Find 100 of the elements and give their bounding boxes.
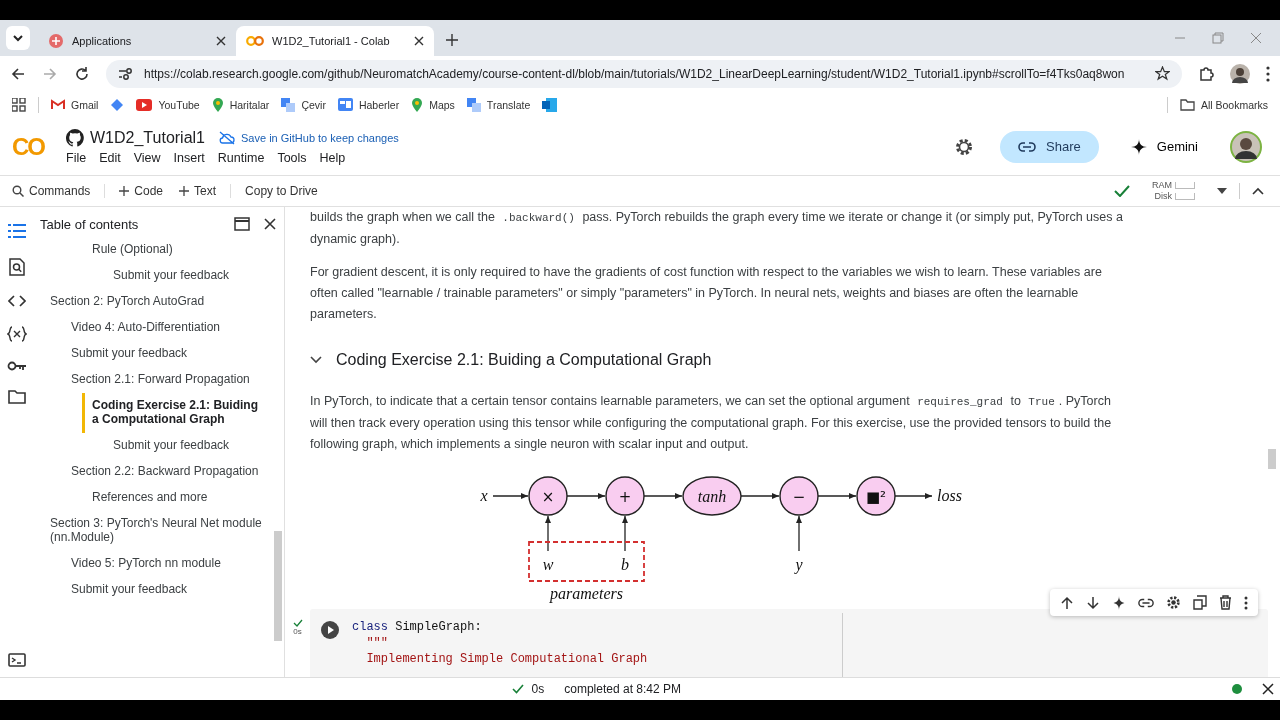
bookmark[interactable]: Haberler <box>337 98 400 111</box>
run-icon[interactable] <box>320 620 340 640</box>
variables-icon[interactable] <box>7 326 27 342</box>
toc-item[interactable]: Video 5: PyTorch nn module <box>71 551 262 577</box>
execution-time: 0s <box>531 682 545 696</box>
bookmark[interactable]: Maps <box>411 97 455 112</box>
toolbar-button[interactable]: Commands <box>10 184 106 198</box>
settings-icon[interactable] <box>1166 595 1181 610</box>
toolbar-button[interactable]: Code <box>117 184 166 198</box>
gemini-button[interactable]: Gemini <box>1124 137 1204 156</box>
more-icon[interactable] <box>1244 595 1248 610</box>
toc-item[interactable]: Coding Exercise 2.1: Buiding a Computational Graph <box>82 393 262 433</box>
toc-item[interactable]: Section 2: PyTorch AutoGrad <box>50 289 262 315</box>
github-icon <box>66 128 84 147</box>
dropdown-icon[interactable] <box>1217 188 1227 194</box>
toc-item[interactable]: Section 3: PyTorch's Neural Net module (nn.Module) <box>50 511 262 551</box>
bookmark[interactable]: Gmail <box>51 98 99 111</box>
avatar-icon[interactable] <box>1230 63 1250 84</box>
cloud-off-icon <box>219 130 235 145</box>
code-line: """ <box>365 635 389 651</box>
table-of-contents-icon[interactable] <box>8 223 26 239</box>
address-bar[interactable]: https://colab.research.google.com/github/NeuromatchAcademy/course-content-dl/blob/main/tutorials/W1D2_LinearDeepLearning/student/W1D2_Tutorial1.ipynb#scrollTo=f4Tks0aq8won <box>106 59 1182 88</box>
translate-icon <box>466 97 481 112</box>
link-icon <box>1018 141 1037 152</box>
toc-item[interactable]: Rule (Optional) <box>92 241 262 263</box>
account-avatar-icon[interactable] <box>1230 130 1262 163</box>
browser-tab[interactable]: W1D2_Tutorial1 - Colab <box>236 26 434 56</box>
collapse-icon[interactable] <box>1252 187 1264 195</box>
play-icon <box>136 98 153 111</box>
app-icon <box>48 33 64 49</box>
diamond-icon <box>110 97 125 112</box>
bookmark[interactable] <box>110 97 125 112</box>
trash-icon[interactable] <box>1219 595 1232 610</box>
key-icon[interactable] <box>7 361 27 371</box>
notebook-title[interactable]: W1D2_Tutorial1 <box>90 128 205 147</box>
menu-item[interactable]: View <box>133 150 161 165</box>
reload-icon[interactable] <box>74 65 90 82</box>
toc-item[interactable]: References and more <box>92 485 262 511</box>
toc-item[interactable]: Submit your feedback <box>113 263 262 289</box>
graph-label: parameters <box>550 585 623 602</box>
toolbar-button[interactable]: Copy to Drive <box>243 184 320 198</box>
save-hint-link[interactable]: Save in GitHub to keep changes <box>219 130 399 145</box>
menu-item[interactable]: Help <box>319 150 346 165</box>
menu-item[interactable]: Insert <box>173 150 205 165</box>
more-icon[interactable] <box>1266 65 1270 82</box>
menu-item[interactable]: Edit <box>99 150 121 165</box>
collapse-caret-icon[interactable] <box>310 356 322 364</box>
browser-tab[interactable]: Applications <box>38 26 236 56</box>
code-cell[interactable]: class SimpleGraph: """ Implementing Simple Computational Graph <box>310 609 1268 677</box>
extensions-icon[interactable] <box>1198 65 1214 82</box>
scrollbar-thumb[interactable] <box>1268 449 1276 469</box>
close-icon[interactable] <box>414 36 424 46</box>
menu-item[interactable]: Runtime <box>217 150 265 165</box>
graph-arrow <box>643 493 683 499</box>
find-icon[interactable] <box>9 258 25 276</box>
star-icon[interactable] <box>1155 66 1170 81</box>
all-bookmarks-button[interactable]: All Bookmarks <box>1179 98 1268 111</box>
settings-icon[interactable] <box>954 136 975 157</box>
terminal-icon[interactable] <box>8 653 26 667</box>
code-icon[interactable] <box>8 295 26 307</box>
toolbar-button[interactable]: Text <box>177 184 232 198</box>
graph-arrow <box>817 493 857 499</box>
share-button[interactable]: Share <box>1000 130 1099 163</box>
toc-item[interactable]: Submit your feedback <box>71 341 262 367</box>
close-icon[interactable] <box>216 36 226 46</box>
colab-logo-icon <box>246 35 264 47</box>
toc-item[interactable]: Section 2.2: Backward Propagation <box>71 459 262 485</box>
node-label: × <box>541 488 555 506</box>
bookmark[interactable]: Translate <box>466 97 531 112</box>
back-icon[interactable] <box>10 65 26 82</box>
node-label: ■² <box>865 488 887 506</box>
link-icon[interactable] <box>1138 597 1154 608</box>
menu-item[interactable]: Tools <box>277 150 307 165</box>
paragraph: For gradient descent, it is only required to have the gradients of cost function with respect to the variables we wish to learn. These variables are often called "learnable / trainable parameters" or simply "parameters" in PyTorch. In neural nets, weights and biases are often the learnable parameters. <box>310 264 1103 323</box>
menu-item[interactable]: File <box>66 150 87 165</box>
move-down-icon[interactable] <box>1086 595 1100 610</box>
copy-icon[interactable] <box>1193 595 1207 610</box>
toc-item[interactable]: Video 4: Auto-Differentiation <box>71 315 262 341</box>
move-up-icon[interactable] <box>1060 595 1074 610</box>
node-label: − <box>792 488 806 506</box>
bookmark[interactable] <box>542 97 558 112</box>
close-icon[interactable] <box>1262 683 1274 695</box>
close-window-icon[interactable] <box>1250 32 1262 44</box>
scrollbar-thumb[interactable] <box>274 531 282 641</box>
folder-icon[interactable] <box>8 390 26 404</box>
toc-item[interactable]: Submit your feedback <box>113 433 262 459</box>
new-tab-icon[interactable] <box>446 34 458 46</box>
bookmark[interactable]: Haritalar <box>211 97 270 112</box>
bookmark[interactable]: Çevir <box>281 97 326 112</box>
toc-item[interactable]: Submit your feedback <box>71 577 262 603</box>
tab-search-button[interactable] <box>6 26 30 50</box>
resource-meter[interactable]: RAM Disk <box>1152 180 1195 202</box>
toc-item[interactable]: Section 2.1: Forward Propagation <box>71 367 262 393</box>
bookmark[interactable]: YouTube <box>136 98 200 111</box>
close-icon[interactable] <box>264 218 276 230</box>
apps-grid-icon[interactable] <box>12 97 26 112</box>
graph-arrow <box>566 493 606 499</box>
graph-node <box>528 476 568 516</box>
open-in-tab-icon[interactable] <box>234 217 250 231</box>
graph-node <box>682 476 742 516</box>
